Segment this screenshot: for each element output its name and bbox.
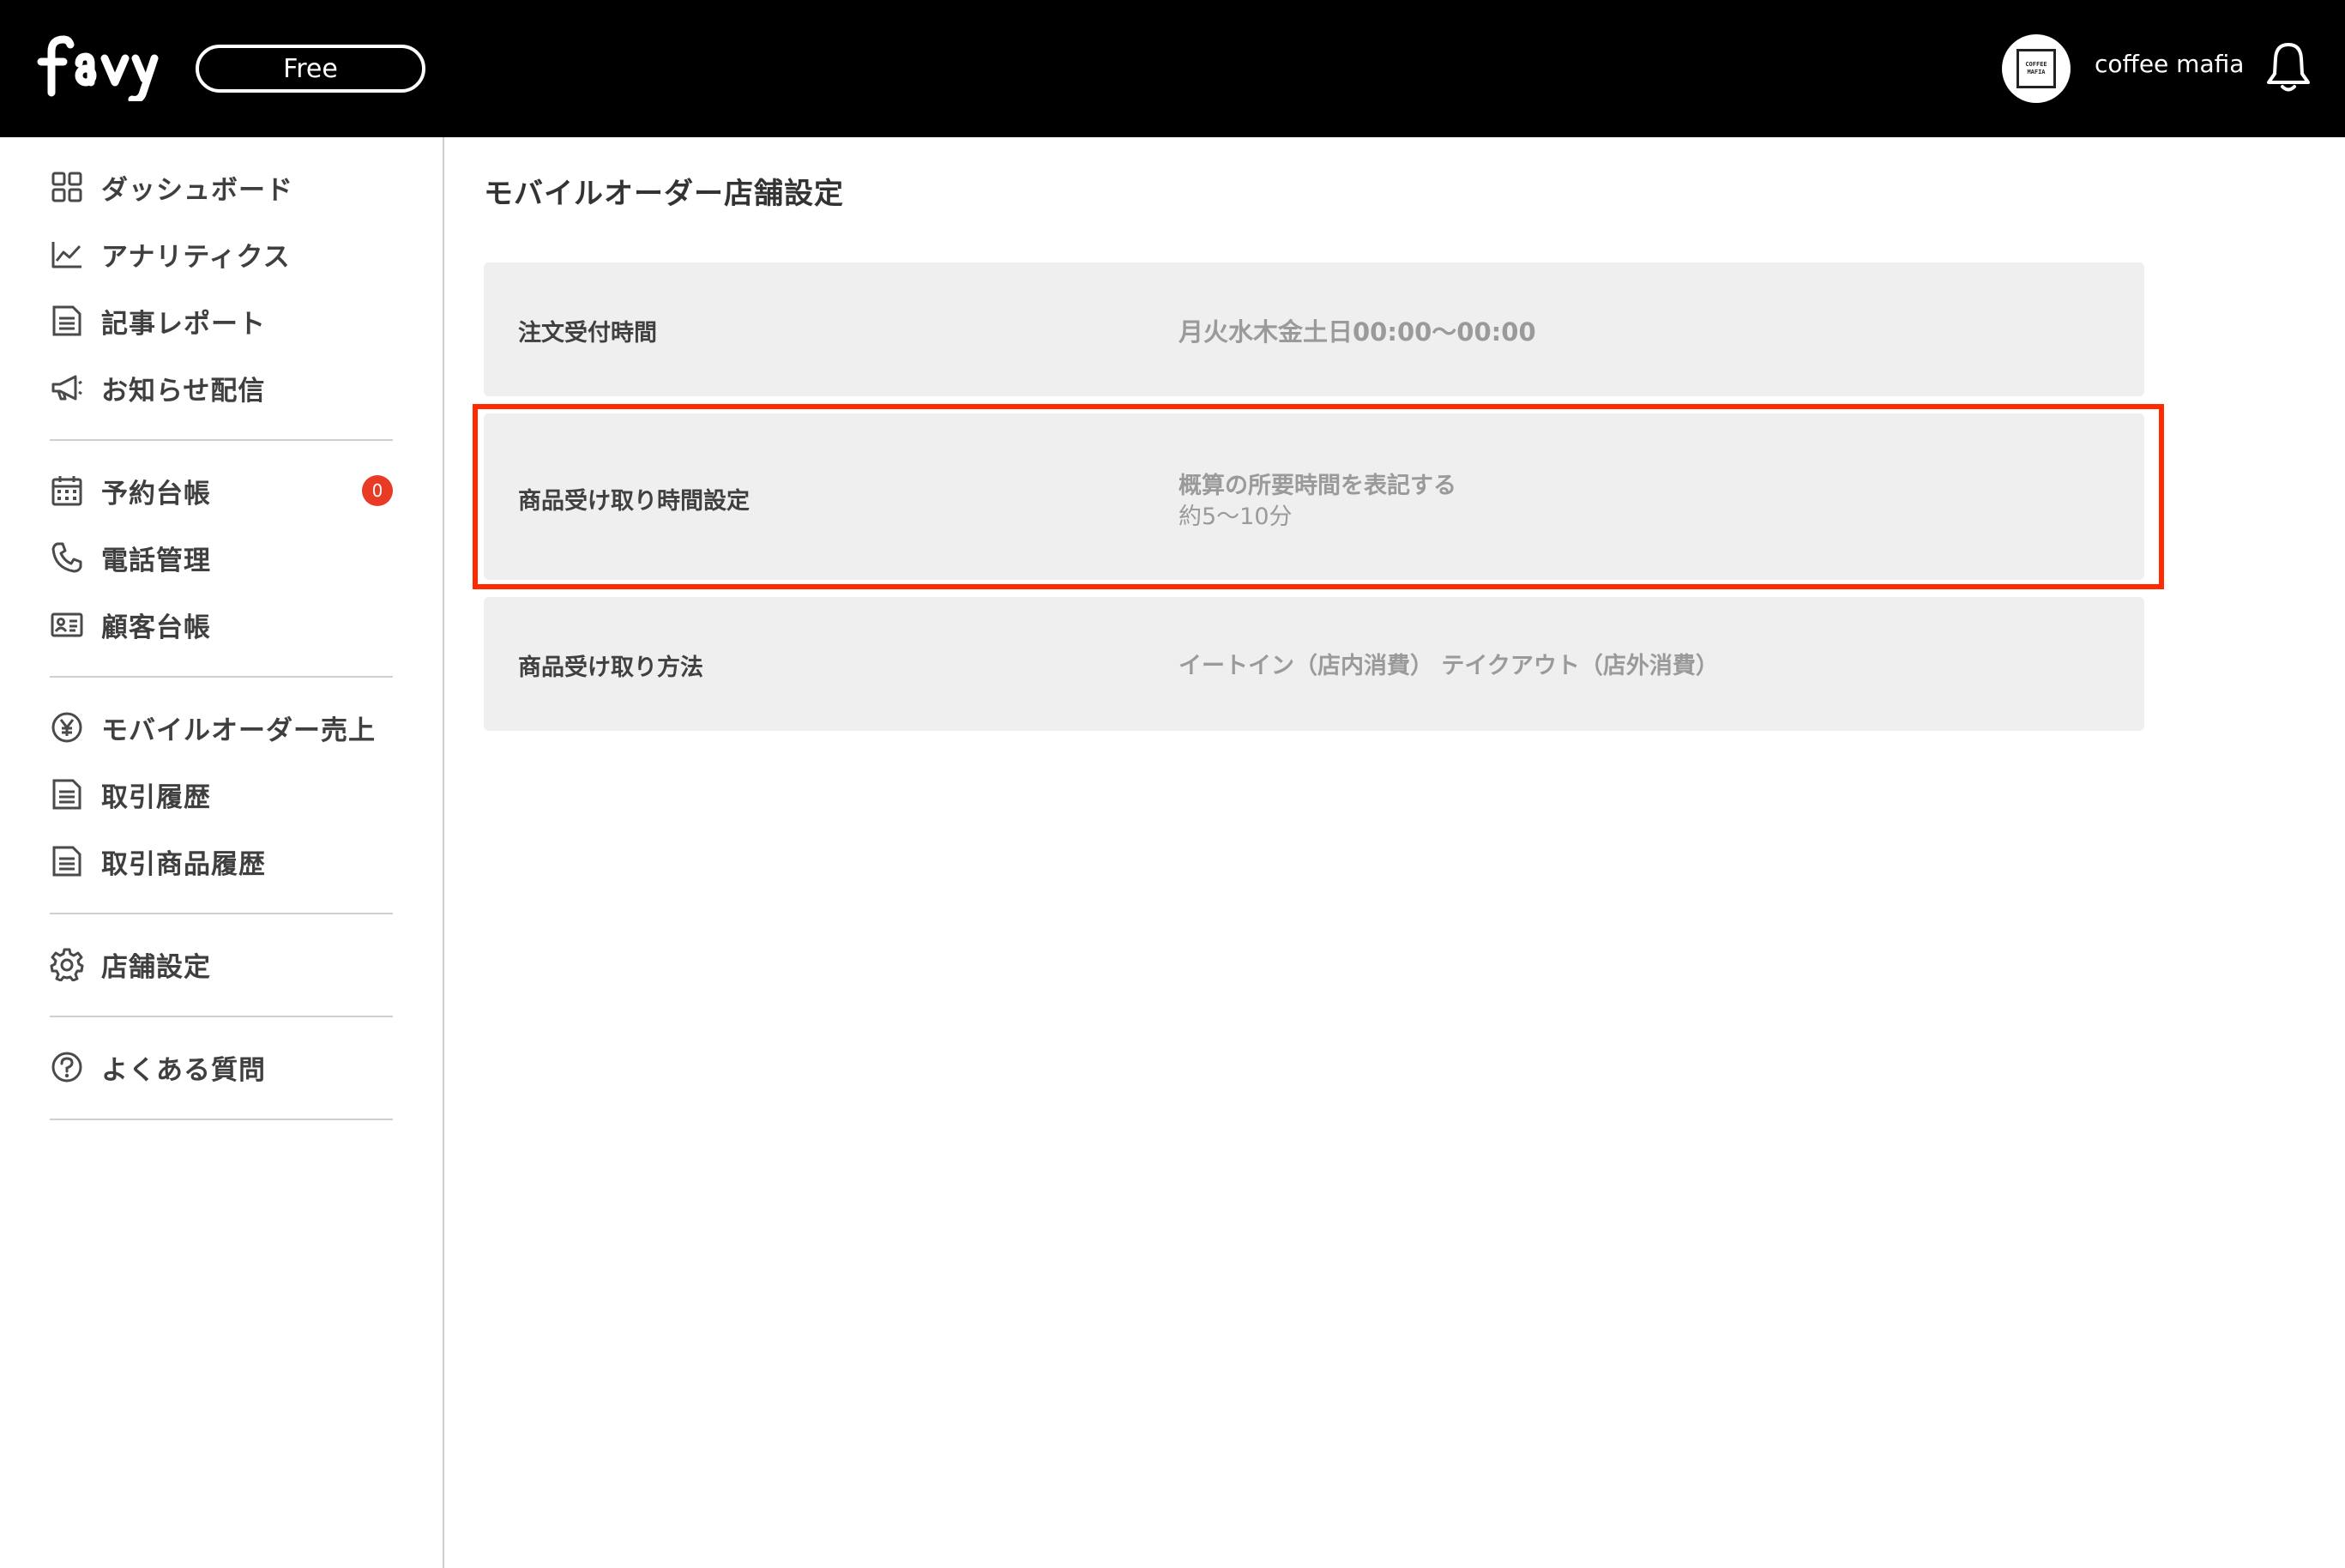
yen-circle-icon xyxy=(51,712,82,743)
setting-row-pickup-method[interactable]: 商品受け取り方法 イートイン（店内消費） テイクアウト（店外消費） xyxy=(484,597,2144,731)
sidebar-item-label: よくある質問 xyxy=(101,1054,266,1086)
sidebar-item-label: 予約台帳 xyxy=(101,478,211,510)
setting-label: 注文受付時間 xyxy=(518,320,657,347)
sidebar-item-label: 取引履歴 xyxy=(101,781,211,813)
sidebar-item-customers[interactable]: 顧客台帳 xyxy=(50,600,410,648)
setting-value: 月火水木金土日00:00〜00:00 xyxy=(1179,317,1536,347)
sidebar-item-faq[interactable]: よくある質問 xyxy=(50,1043,410,1091)
sidebar-item-label: モバイルオーダー売上 xyxy=(101,715,376,746)
sidebar-item-label: 電話管理 xyxy=(101,545,211,576)
sidebar-item-mobile-order-sales[interactable]: モバイルオーダー売上 xyxy=(50,703,410,751)
reservation-count-badge: 0 xyxy=(362,475,393,506)
favy-logo[interactable] xyxy=(33,33,173,101)
question-circle-icon xyxy=(51,1052,82,1083)
sidebar-item-analytics[interactable]: アナリティクス xyxy=(50,230,410,278)
sidebar-divider xyxy=(50,913,393,914)
sidebar-item-announcements[interactable]: お知らせ配信 xyxy=(50,364,410,412)
sidebar-item-label: アナリティクス xyxy=(101,241,291,273)
page-title: モバイルオーダー店舗設定 xyxy=(484,177,844,211)
sidebar-item-label: 記事レポート xyxy=(101,308,266,340)
sidebar-divider xyxy=(50,676,393,678)
sidebar-item-label: ダッシュボード xyxy=(101,174,293,206)
setting-label: 商品受け取り方法 xyxy=(518,654,703,681)
sidebar-item-transaction-items[interactable]: 取引商品履歴 xyxy=(50,837,410,885)
dashboard-grid-icon xyxy=(51,172,82,202)
document-icon xyxy=(52,846,81,877)
setting-value: イートイン（店内消費） テイクアウト（店外消費） xyxy=(1179,653,1719,679)
sidebar-item-transactions[interactable]: 取引履歴 xyxy=(50,770,410,818)
phone-icon xyxy=(51,542,82,573)
id-card-icon xyxy=(51,612,83,637)
sidebar-divider xyxy=(50,1016,393,1017)
sidebar: ダッシュボード アナリティクス 記事レポート お知らせ配信 予約台帳 0 電話管… xyxy=(0,137,444,1568)
sidebar-item-label: 顧客台帳 xyxy=(101,612,211,643)
document-icon xyxy=(52,779,81,810)
gear-icon xyxy=(50,948,84,981)
megaphone-icon xyxy=(51,375,82,401)
sidebar-item-reservations[interactable]: 予約台帳 0 xyxy=(50,467,410,515)
bell-icon[interactable] xyxy=(2264,39,2312,94)
sidebar-item-phone[interactable]: 電話管理 xyxy=(50,534,410,582)
sidebar-item-label: お知らせ配信 xyxy=(101,375,266,407)
sidebar-divider xyxy=(50,439,393,441)
sidebar-item-store-settings[interactable]: 店舗設定 xyxy=(50,940,410,988)
calendar-icon xyxy=(51,476,82,506)
sidebar-item-article-report[interactable]: 記事レポート xyxy=(50,297,410,345)
sidebar-item-label: 店舗設定 xyxy=(101,951,211,983)
highlight-frame xyxy=(473,404,2164,589)
user-name[interactable]: coffee mafia xyxy=(2095,50,2244,78)
avatar-text-bottom: MAFIA xyxy=(2027,69,2046,75)
avatar-text-top: COFFEE xyxy=(2025,61,2047,68)
avatar[interactable]: COFFEE MAFIA xyxy=(2002,34,2071,103)
document-icon xyxy=(52,305,81,336)
sidebar-item-label: 取引商品履歴 xyxy=(101,848,266,880)
setting-row-order-hours[interactable]: 注文受付時間 月火水木金土日00:00〜00:00 xyxy=(484,262,2144,396)
plan-badge[interactable]: Free xyxy=(196,45,425,93)
sidebar-divider xyxy=(50,1119,393,1120)
line-chart-icon xyxy=(51,242,81,268)
sidebar-item-dashboard[interactable]: ダッシュボード xyxy=(50,163,410,211)
top-header: Free COFFEE MAFIA coffee mafia xyxy=(0,0,2345,137)
avatar-logo: COFFEE MAFIA xyxy=(2016,49,2056,88)
